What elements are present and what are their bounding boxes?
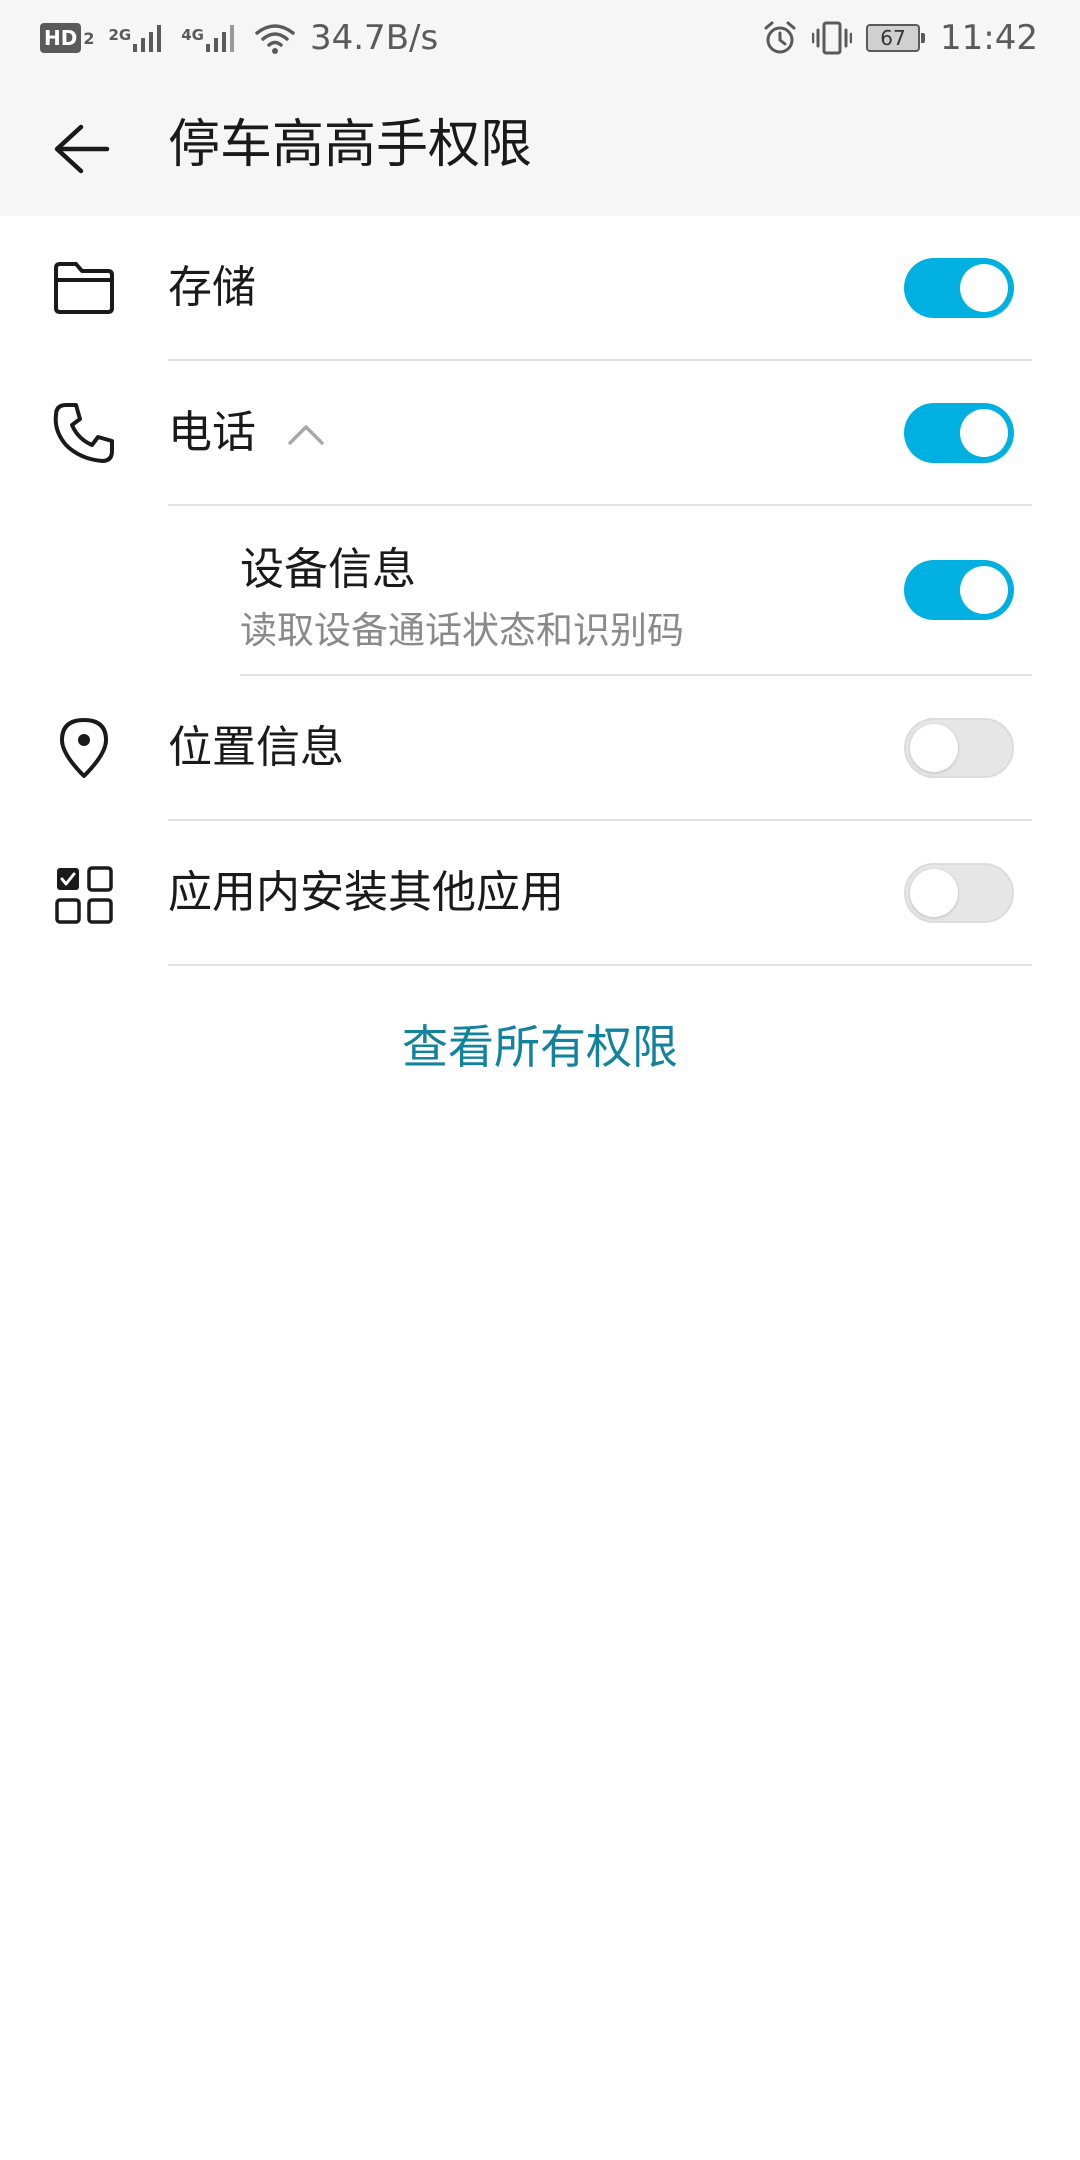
signal-2g-label: 2G [108,26,132,44]
vibrate-icon [812,21,853,55]
status-left: HD 2 2G 4G 34.7B/s [40,14,438,62]
location-toggle[interactable] [904,718,1014,778]
status-right: 67 11:42 [762,14,1038,62]
back-button[interactable] [46,114,116,184]
phone-icon [50,399,118,467]
toggle-knob [960,409,1008,457]
alarm-icon [764,21,796,54]
signal-2g: 2G [108,22,167,54]
sub-permission-title: 设备信息 [240,544,416,595]
app-bar: 停车高高手权限 [0,74,1080,216]
status-bar: HD 2 2G 4G 34.7B/s 67 11:42 [0,0,1080,74]
clock: 11:42 [940,18,1038,58]
permission-label: 应用内安装其他应用 [168,867,564,918]
toggle-knob [910,724,958,772]
chevron-up-icon[interactable] [286,419,326,447]
hd-badge: HD [40,23,82,53]
folder-icon [50,254,118,322]
permission-label: 位置信息 [168,722,344,773]
install-apps-toggle[interactable] [904,863,1014,923]
phone-toggle[interactable] [904,403,1014,463]
toggle-knob [960,264,1008,312]
network-speed: 34.7B/s [309,18,439,58]
hd-indicator: HD 2 [40,23,94,53]
wifi-icon [255,24,295,54]
battery-level: 67 [880,26,906,50]
location-icon [50,714,118,782]
signal-4g-label: 4G [181,26,204,44]
battery-icon: 67 [866,24,926,52]
apps-grid-icon [50,861,118,929]
signal-bars-icon [133,25,162,52]
permission-subrow-device-info[interactable]: 设备信息 读取设备通话状态和识别码 [0,506,1080,676]
toggle-knob [960,566,1008,614]
storage-toggle[interactable] [904,258,1014,318]
sub-permission-description: 读取设备通话状态和识别码 [240,609,684,652]
toggle-knob [910,869,958,917]
permission-label: 存储 [168,262,256,313]
device-info-toggle[interactable] [904,560,1014,620]
permission-label: 电话 [168,407,256,458]
page-title: 停车高高手权限 [168,115,533,175]
permission-row-phone[interactable]: 电话 [0,361,1080,506]
divider [168,964,1032,966]
permission-row-install-apps[interactable]: 应用内安装其他应用 [0,821,1080,966]
hd-sim-number: 2 [83,28,95,48]
back-arrow-icon [54,124,110,174]
signal-4g: 4G [181,22,240,54]
permission-row-storage[interactable]: 存储 [0,216,1080,361]
view-all-permissions-link[interactable]: 查看所有权限 [0,1012,1080,1082]
signal-bars-icon [205,25,234,52]
permission-row-location[interactable]: 位置信息 [0,676,1080,821]
permission-list: 存储 电话 设备信息 读取设备通话状态和识别码 位置信息 应用内安装其他应用 [0,216,1080,966]
